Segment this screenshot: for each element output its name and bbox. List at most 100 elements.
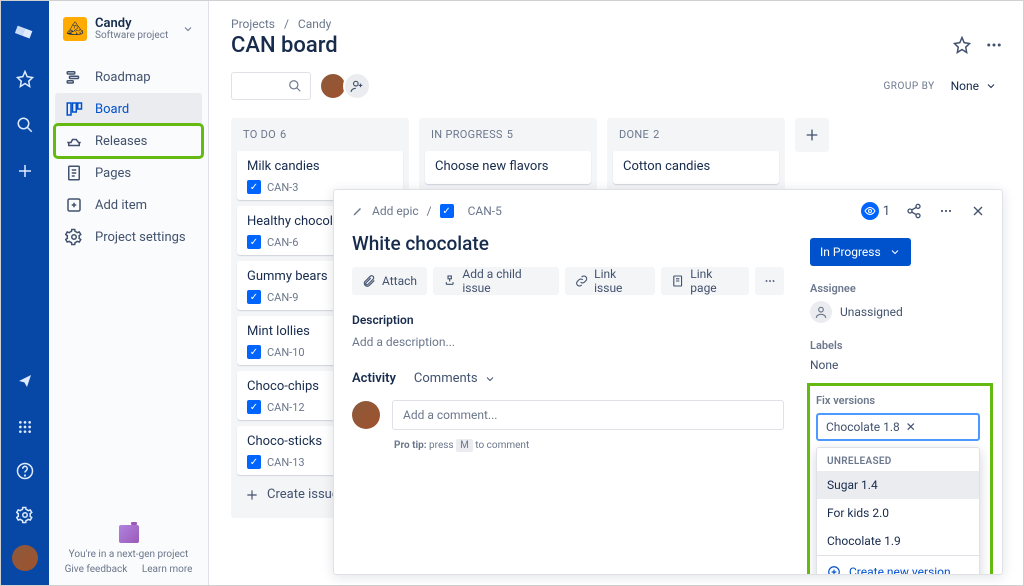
issue-card[interactable]: Choose new flavors <box>425 151 591 184</box>
search-icon[interactable] <box>13 113 37 137</box>
star-icon[interactable] <box>13 67 37 91</box>
nav-roadmap[interactable]: Roadmap <box>55 61 202 93</box>
assignee-value[interactable]: Unassigned <box>810 301 1002 323</box>
learn-more-link[interactable]: Learn more <box>142 564 193 575</box>
nav-label: Releases <box>95 134 147 149</box>
group-by-value: None <box>951 79 979 93</box>
nav-board[interactable]: Board <box>55 93 202 125</box>
column-inprogress: IN PROGRESS 5 Choose new flavors <box>419 118 597 196</box>
comment-input[interactable]: Add a comment... <box>392 400 784 430</box>
chevron-down-icon <box>985 80 997 92</box>
nav-pages[interactable]: Pages <box>55 157 202 189</box>
plus-icon <box>804 127 820 143</box>
column-title: IN PROGRESS <box>431 128 503 141</box>
task-icon: ✓ <box>247 345 261 359</box>
fix-versions-dropdown: UNRELEASED Sugar 1.4 For kids 2.0 Chocol… <box>816 447 980 575</box>
more-icon[interactable] <box>938 203 954 219</box>
nav-label: Board <box>95 102 129 117</box>
add-epic-link[interactable]: Add epic <box>372 204 419 218</box>
link-icon <box>575 274 588 288</box>
nav-label: Add item <box>95 198 147 213</box>
project-sidebar: 🏔 Candy Software project Roadmap Board R… <box>49 1 209 585</box>
nav-add-item[interactable]: Add item <box>55 189 202 221</box>
attach-button[interactable]: Attach <box>352 267 427 295</box>
nav-releases[interactable]: Releases <box>55 125 202 157</box>
page-title: CAN board <box>231 33 953 58</box>
watch-button[interactable]: 1 <box>861 202 890 220</box>
plus-circle-icon <box>827 565 841 575</box>
nav-label: Roadmap <box>95 70 151 85</box>
nav-label: Pages <box>95 166 131 181</box>
project-switcher[interactable]: 🏔 Candy Software project <box>55 11 202 47</box>
chevron-down-icon <box>484 373 496 385</box>
more-icon[interactable] <box>985 36 1003 54</box>
child-icon <box>443 274 456 288</box>
breadcrumb-root[interactable]: Projects <box>231 17 275 31</box>
add-child-button[interactable]: Add a child issue <box>433 267 559 295</box>
nextgen-icon <box>119 525 139 543</box>
version-option[interactable]: Chocolate 1.9 <box>817 527 979 555</box>
eye-icon <box>861 202 879 220</box>
issue-key[interactable]: CAN-5 <box>468 204 502 218</box>
settings-icon[interactable] <box>13 503 37 527</box>
task-icon: ✓ <box>247 455 261 469</box>
column-count: 2 <box>653 128 659 141</box>
give-feedback-link[interactable]: Give feedback <box>65 564 128 575</box>
create-new-version[interactable]: Create new version <box>817 555 979 575</box>
group-by-label: GROUP BY <box>883 81 934 92</box>
column-title: TO DO <box>243 128 276 141</box>
board-search[interactable] <box>231 72 311 100</box>
version-option[interactable]: For kids 2.0 <box>817 499 979 527</box>
project-name: Candy <box>95 17 182 30</box>
task-icon: ✓ <box>247 400 261 414</box>
fix-versions-section: Fix versions Chocolate 1.8 ✕ UNRELEASED … <box>810 386 990 575</box>
help-icon[interactable] <box>13 459 37 483</box>
activity-label: Activity <box>352 371 396 386</box>
fix-versions-label: Fix versions <box>816 394 980 407</box>
task-icon: ✓ <box>440 204 454 218</box>
notifications-icon[interactable] <box>13 369 37 393</box>
plus-icon <box>245 488 259 502</box>
issue-detail-panel: Add epic / ✓ CAN-5 White chocolate Attac… <box>333 189 1003 575</box>
column-title: DONE <box>619 128 649 141</box>
nav-label: Project settings <box>95 230 186 245</box>
project-type: Software project <box>95 30 182 41</box>
nextgen-text: You're in a next-gen project <box>49 549 208 560</box>
comment-avatar <box>352 401 380 429</box>
comments-tab[interactable]: Comments <box>414 371 496 386</box>
issue-more-button[interactable] <box>755 267 784 295</box>
issue-title[interactable]: White chocolate <box>352 232 784 255</box>
star-icon[interactable] <box>953 36 971 54</box>
person-icon <box>810 301 832 323</box>
add-column-button[interactable] <box>795 118 829 152</box>
status-dropdown[interactable]: In Progress <box>810 238 911 266</box>
fix-version-chip: Chocolate 1.8 <box>826 420 900 434</box>
description-heading: Description <box>352 313 784 327</box>
app-switcher-icon[interactable] <box>13 21 37 45</box>
close-icon[interactable] <box>970 203 986 219</box>
description-field[interactable]: Add a description... <box>352 335 784 349</box>
labels-value[interactable]: None <box>810 358 1002 372</box>
page-icon <box>671 274 684 288</box>
column-done: DONE 2 Cotton candies <box>607 118 785 196</box>
apps-icon[interactable] <box>13 415 37 439</box>
group-by-select[interactable]: None <box>945 75 1003 97</box>
link-page-button[interactable]: Link page <box>661 267 749 295</box>
comment-protip: Pro tip: press M to comment <box>394 440 784 451</box>
create-icon[interactable] <box>13 159 37 183</box>
version-option[interactable]: Sugar 1.4 <box>817 471 979 499</box>
add-member-button[interactable] <box>343 72 371 100</box>
chevron-down-icon <box>182 23 194 35</box>
labels-label: Labels <box>810 339 1002 352</box>
fix-versions-input[interactable]: Chocolate 1.8 ✕ <box>816 413 980 441</box>
remove-version-icon[interactable]: ✕ <box>906 420 916 434</box>
global-sidebar <box>1 1 49 585</box>
nav-project-settings[interactable]: Project settings <box>55 221 202 253</box>
[interactable]: Link issue <box>565 267 655 295</box>
breadcrumb-project[interactable]: Candy <box>298 17 331 31</box>
share-icon[interactable] <box>906 203 922 219</box>
profile-avatar[interactable] <box>12 545 38 571</box>
issue-card[interactable]: Cotton candies <box>613 151 779 184</box>
column-count: 5 <box>507 128 513 141</box>
breadcrumb: Projects / Candy <box>231 17 1003 31</box>
